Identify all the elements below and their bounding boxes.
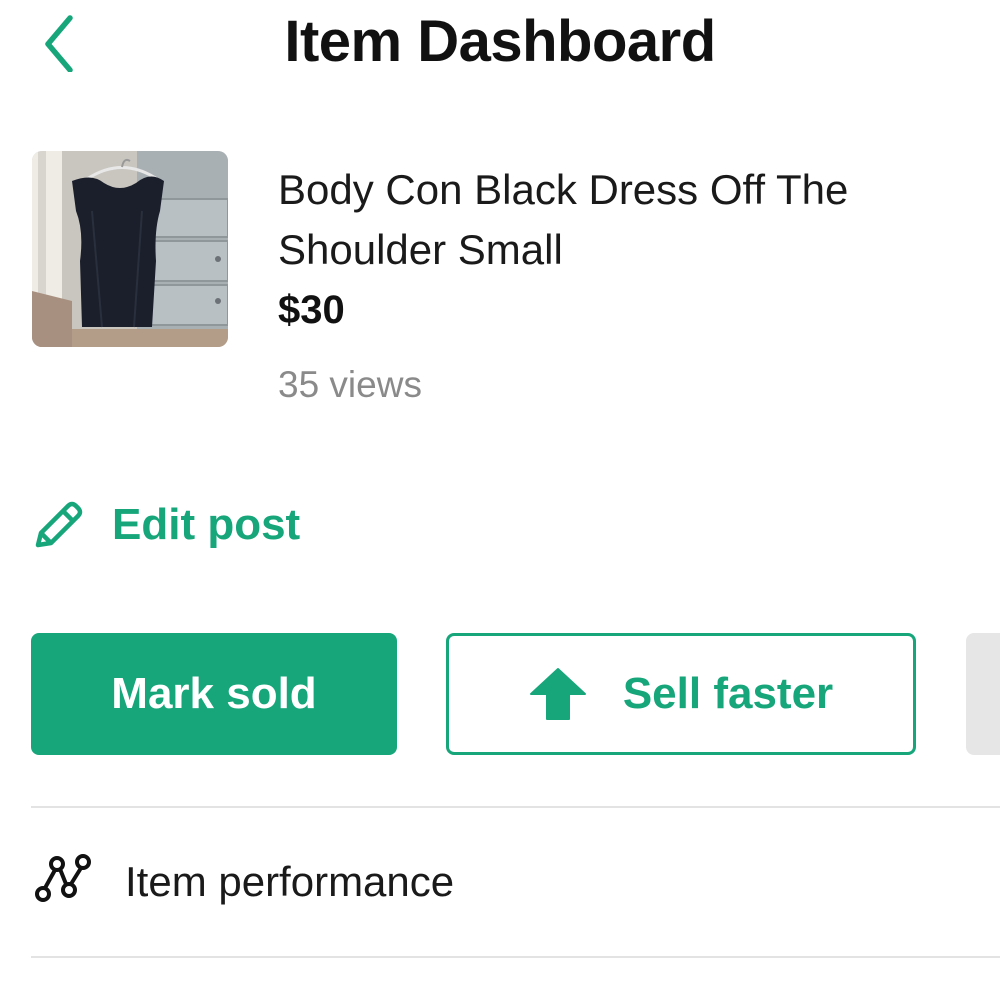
pencil-icon <box>35 501 83 548</box>
item-views: 35 views <box>278 364 422 405</box>
item-dashboard-screen: Item Dashboard Body Con Black Dress Off … <box>0 0 1000 1000</box>
mark-sold-label: Mark sold <box>111 669 317 718</box>
sell-faster-label: Sell faster <box>622 669 834 718</box>
header: Item Dashboard <box>0 0 1000 95</box>
graph-nodes-icon <box>35 854 91 902</box>
edit-post-label: Edit post <box>112 500 301 549</box>
divider <box>31 956 1000 958</box>
sell-faster-button[interactable]: Sell faster <box>446 633 916 755</box>
more-actions-button[interactable] <box>966 633 1000 755</box>
item-performance-row[interactable]: Item performance <box>31 808 1000 956</box>
arrow-up-icon <box>529 668 586 720</box>
item-performance-label: Item performance <box>125 858 455 905</box>
item-price: $30 <box>278 288 345 332</box>
edit-post-link[interactable]: Edit post <box>30 492 300 558</box>
item-thumbnail[interactable] <box>32 151 228 347</box>
item-title: Body Con Black Dress Off The Shoulder Sm… <box>278 166 849 273</box>
dress-photo <box>32 151 228 347</box>
mark-sold-button[interactable]: Mark sold <box>31 633 397 755</box>
page-title: Item Dashboard <box>284 9 716 74</box>
